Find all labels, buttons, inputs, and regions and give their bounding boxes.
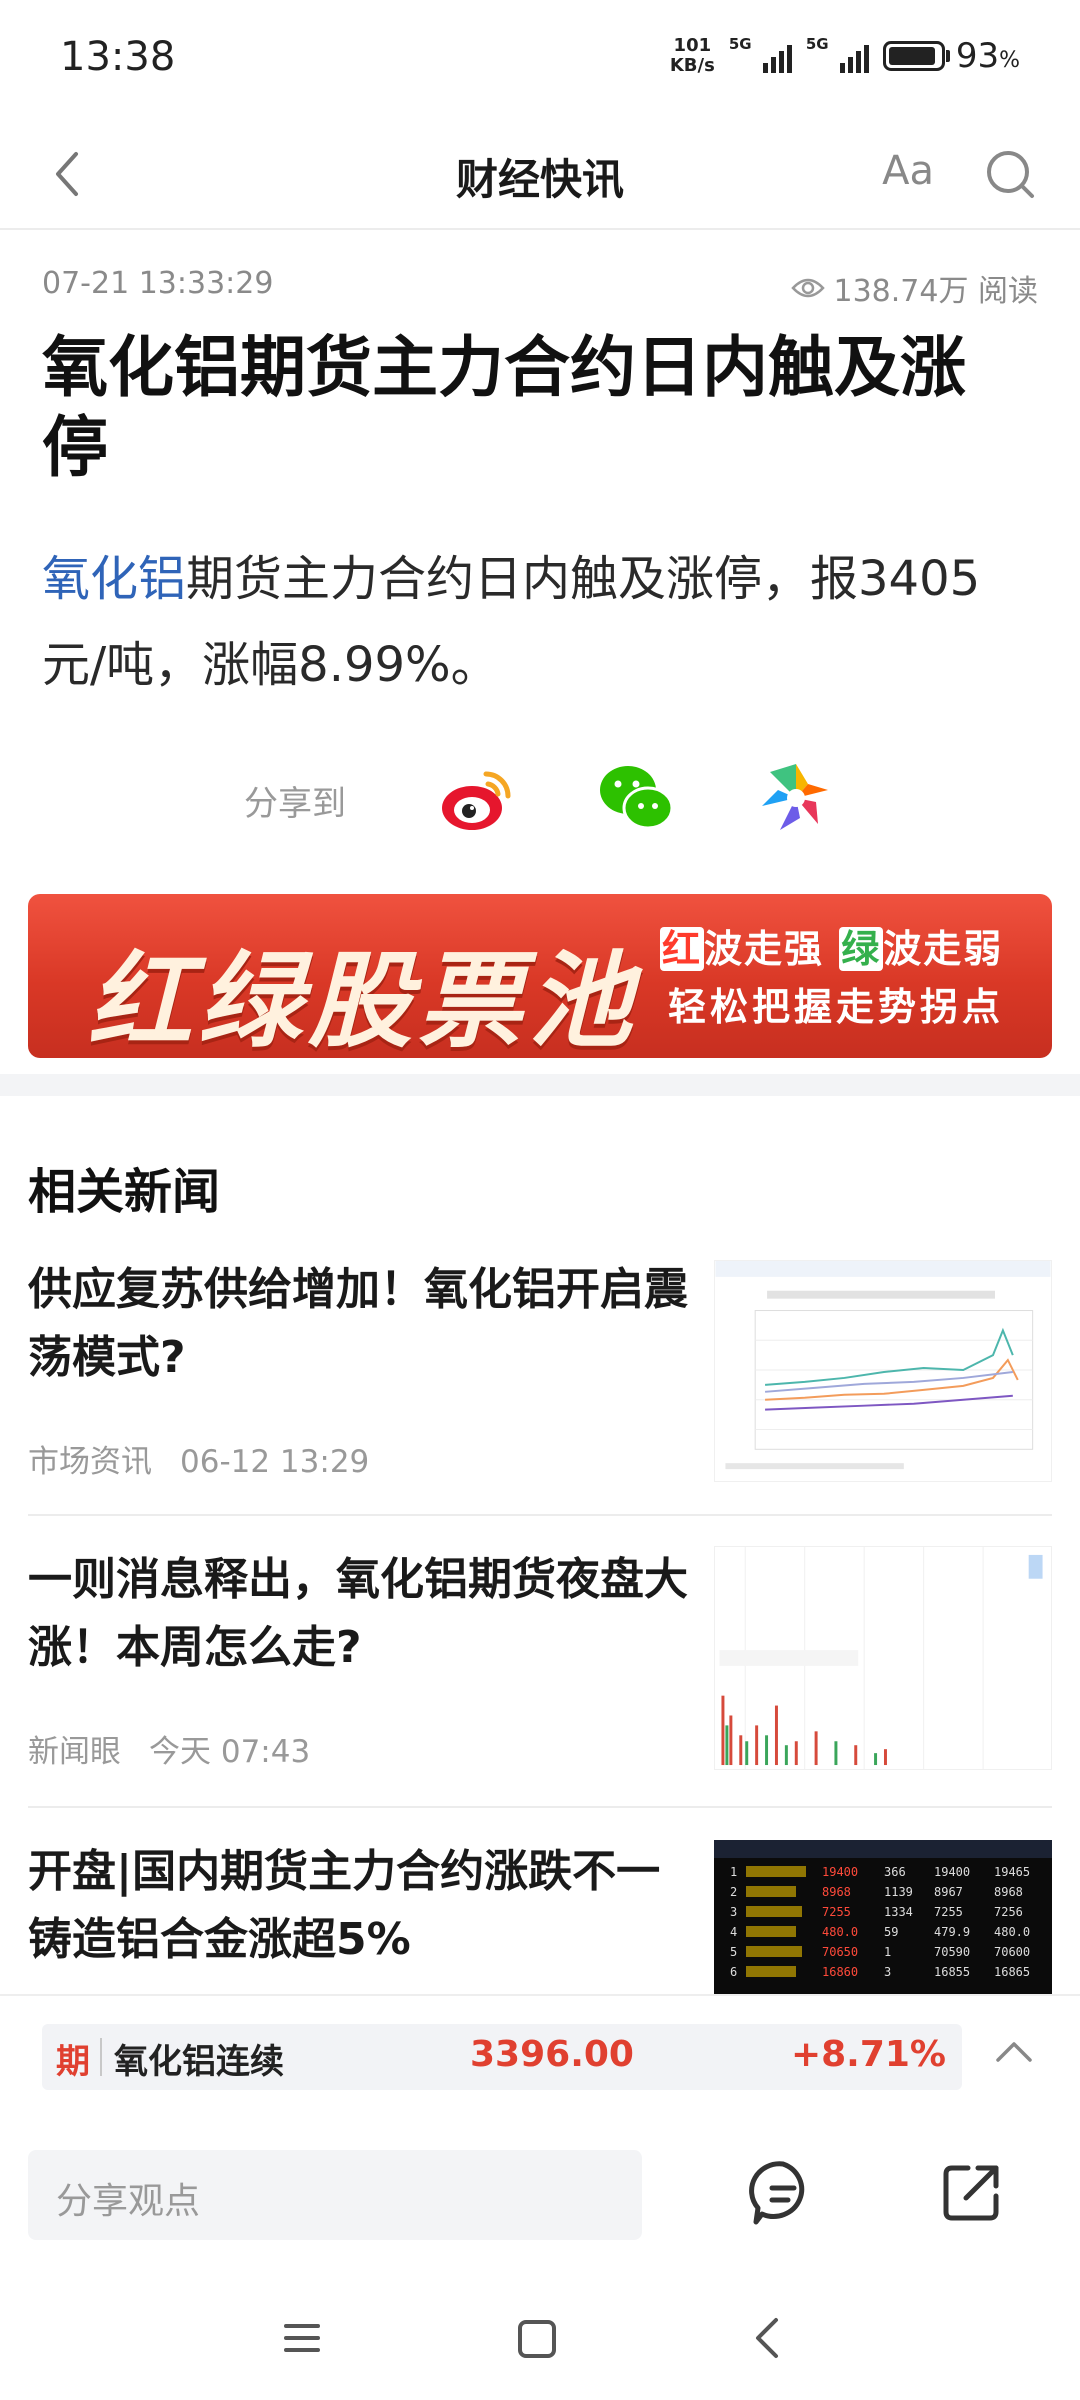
status-bar: 13:38 101 KB/s 5G 5G 93% (0, 0, 1080, 118)
svg-text:480.0: 480.0 (822, 1925, 858, 1939)
net-speed-unit: KB/s (669, 55, 715, 76)
svg-text:19400: 19400 (822, 1865, 858, 1879)
top-nav: 财经快讯 Aa (0, 118, 1080, 230)
svg-text:19465: 19465 (994, 1865, 1030, 1879)
news-item[interactable]: 一则消息释出，氧化铝期货夜盘大涨！本周怎么走? 新闻眼 今天 07:43 (28, 1546, 1052, 1808)
share-label: 分享到 (244, 784, 346, 824)
status-time: 13:38 (60, 34, 176, 80)
news-title: 供应复苏供给增加！氧化铝开启震荡模式? (28, 1264, 688, 1383)
news-meta: 市场资讯 06-12 13:29 (28, 1444, 370, 1480)
svg-text:8968: 8968 (994, 1885, 1023, 1899)
news-title: 一则消息释出，氧化铝期货夜盘大涨！本周怎么走? (28, 1554, 688, 1673)
sim2-label: 5G (805, 35, 829, 53)
article-meta: 07-21 13:33:29 138.74万 阅读 (42, 266, 1038, 309)
status-icons: 101 KB/s 5G 5G 93% (670, 35, 1020, 76)
net-speed: 101 KB/s (670, 36, 715, 76)
news-title: 开盘|国内期货主力合约涨跌不一 铸造铝合金涨超5% (28, 1846, 661, 1965)
news-meta: 新闻眼 今天 07:43 (28, 1734, 311, 1770)
share-row: 分享到 (0, 756, 1080, 840)
battery-icon: 93% (882, 36, 1020, 76)
svg-text:7256: 7256 (994, 1905, 1023, 1919)
quote-separator (100, 2038, 102, 2076)
svg-text:1: 1 (884, 1945, 891, 1959)
article-body: 氧化铝期货主力合约日内触及涨停，报3405元/吨，涨幅8.99%。 (42, 536, 1040, 708)
quote-ticker[interactable]: 期 氧化铝连续 3396.00 +8.71% (42, 2024, 962, 2090)
banner-subline-1: 红波走强 绿波走弱 (660, 927, 1004, 971)
svg-text:7255: 7255 (934, 1905, 963, 1919)
svg-text:3: 3 (884, 1965, 891, 1979)
svg-text:70600: 70600 (994, 1945, 1030, 1959)
banner-subline-2: 轻松把握走势拐点 (668, 985, 1005, 1029)
svg-text:7255: 7255 (822, 1905, 851, 1919)
wechat-icon[interactable] (596, 760, 676, 836)
share-out-icon[interactable] (938, 2160, 1004, 2226)
weibo-icon[interactable] (436, 760, 516, 836)
article-title: 氧化铝期货主力合约日内触及涨停 (42, 329, 966, 486)
moments-icon[interactable] (756, 760, 836, 836)
svg-text:4: 4 (730, 1925, 737, 1939)
menu-icon[interactable] (272, 2308, 332, 2368)
svg-text:479.9: 479.9 (934, 1925, 970, 1939)
svg-text:480.0: 480.0 (994, 1925, 1030, 1939)
svg-text:1334: 1334 (884, 1905, 913, 1919)
system-nav-bar (0, 2270, 1080, 2400)
svg-text:16855: 16855 (934, 1965, 970, 1979)
comment-bar: 分享观点 (0, 2120, 1080, 2270)
promo-banner[interactable]: 红绿股票池 红波走强 绿波走弱 轻松把握走势拐点 (28, 894, 1052, 1058)
signal-icon-2: 5G (806, 35, 869, 73)
quote-name: 氧化铝连续 (114, 2042, 284, 2082)
svg-text:5: 5 (730, 1945, 737, 1959)
svg-text:59: 59 (884, 1925, 898, 1939)
news-thumbnail (714, 1260, 1052, 1482)
quote-change: +8.71% (790, 2034, 946, 2075)
svg-text:3: 3 (730, 1905, 737, 1919)
font-size-button[interactable]: Aa (882, 148, 934, 194)
section-divider (0, 1074, 1080, 1096)
svg-text:16865: 16865 (994, 1965, 1030, 1979)
svg-text:2: 2 (730, 1885, 737, 1899)
banner-headline: 红绿股票池 (88, 940, 639, 1058)
search-icon[interactable] (982, 146, 1038, 202)
quote-price: 3396.00 (470, 2034, 634, 2075)
net-speed-value: 101 (673, 35, 712, 56)
chevron-up-icon[interactable] (992, 2032, 1036, 2072)
sim1-label: 5G (728, 35, 752, 53)
svg-text:70590: 70590 (934, 1945, 970, 1959)
svg-text:70650: 70650 (822, 1945, 858, 1959)
home-icon[interactable] (506, 2308, 566, 2368)
svg-text:1139: 1139 (884, 1885, 913, 1899)
article-datetime: 07-21 13:33:29 (42, 266, 274, 301)
eye-icon (791, 278, 826, 298)
svg-text:16860: 16860 (822, 1965, 858, 1979)
news-thumbnail (714, 1546, 1052, 1770)
svg-text:6: 6 (730, 1965, 737, 1979)
comment-icon[interactable] (748, 2158, 818, 2228)
read-count: 138.74万 阅读 (791, 266, 1038, 310)
futures-tag: 期 (56, 2042, 90, 2082)
comment-input[interactable]: 分享观点 (28, 2150, 642, 2240)
quote-bar[interactable]: 期 氧化铝连续 3396.00 +8.71% (0, 1994, 1080, 2120)
news-item[interactable]: 开盘|国内期货主力合约涨跌不一 铸造铝合金涨超5% 1 19400 366 19400… (28, 1838, 1052, 1998)
related-news-heading: 相关新闻 (28, 1164, 221, 1220)
svg-text:1: 1 (730, 1865, 737, 1879)
svg-text:8967: 8967 (934, 1885, 963, 1899)
news-item[interactable]: 供应复苏供给增加！氧化铝开启震荡模式? 市场资讯 06-12 13:29 (28, 1256, 1052, 1516)
svg-text:366: 366 (884, 1865, 906, 1879)
news-thumbnail: 1 19400 366 19400 19465 2 8968 1139 8967 8968 3 7… (714, 1840, 1052, 1994)
battery-percent: 93% (955, 36, 1020, 76)
read-count-text: 138.74万 阅读 (833, 274, 1038, 309)
signal-icon: 5G (729, 35, 792, 73)
svg-text:19400: 19400 (934, 1865, 970, 1879)
back-icon[interactable] (738, 2308, 798, 2368)
svg-text:8968: 8968 (822, 1885, 851, 1899)
keyword-link[interactable]: 氧化铝 (42, 551, 186, 607)
